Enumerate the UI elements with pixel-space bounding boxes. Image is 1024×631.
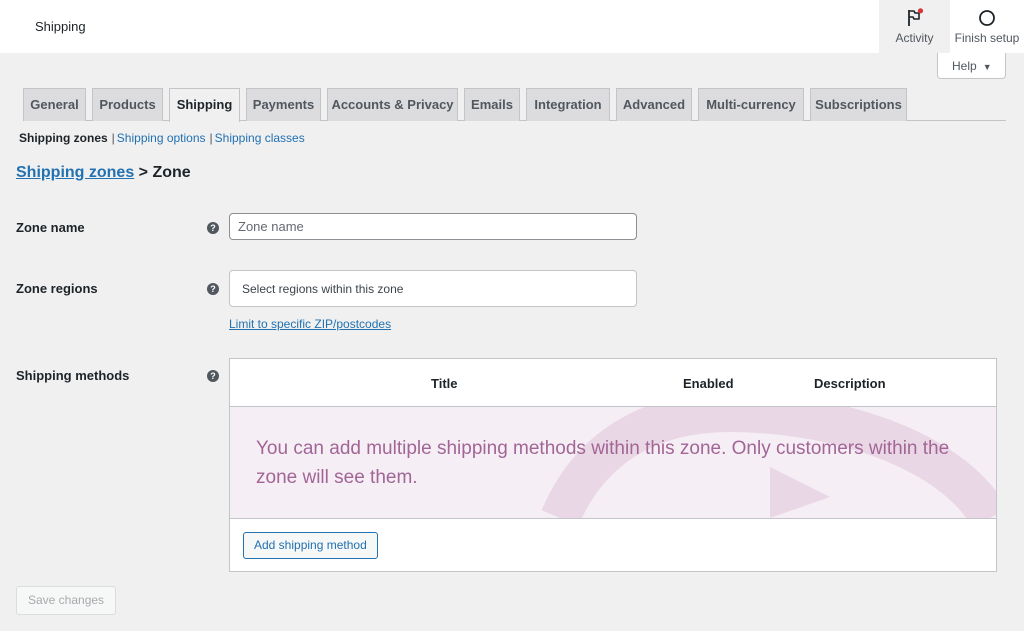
tab-products[interactable]: Products	[92, 88, 163, 121]
column-header-description: Description	[814, 376, 886, 391]
activity-label: Activity	[895, 31, 934, 45]
breadcrumb-shipping-zones-link[interactable]: Shipping zones	[16, 164, 134, 181]
tab-integration[interactable]: Integration	[526, 88, 610, 121]
breadcrumb-current: Zone	[152, 164, 191, 181]
zone-name-label: Zone name	[16, 220, 85, 235]
blank-state-message: You can add multiple shipping methods wi…	[256, 438, 950, 488]
page-title: Shipping	[35, 19, 86, 34]
shipping-methods-table: Title Enabled Description You can add mu…	[229, 358, 997, 572]
flag-icon	[907, 8, 923, 26]
save-changes-button[interactable]: Save changes	[16, 586, 117, 615]
blank-state: You can add multiple shipping methods wi…	[230, 407, 996, 518]
help-tip-icon[interactable]: ?	[207, 222, 219, 234]
tab-multi-currency[interactable]: Multi-currency	[698, 88, 804, 121]
shipping-methods-label: Shipping methods	[16, 368, 130, 383]
subnav-shipping-options[interactable]: Shipping options	[117, 131, 206, 145]
help-label: Help	[952, 59, 977, 73]
activity-button[interactable]: Activity	[879, 0, 950, 53]
breadcrumb-separator: >	[138, 164, 149, 181]
help-tip-icon[interactable]: ?	[207, 283, 219, 295]
tab-emails[interactable]: Emails	[464, 88, 520, 121]
table-divider	[230, 518, 996, 519]
top-bar: Shipping Activity Finish setup	[0, 0, 1024, 53]
finish-setup-button[interactable]: Finish setup	[950, 0, 1024, 53]
subnav-separator: |	[209, 131, 213, 145]
caret-down-icon: ▼	[982, 62, 992, 72]
settings-tabs: General Products Shipping Payments Accou…	[23, 88, 1006, 122]
tab-payments[interactable]: Payments	[246, 88, 321, 121]
subnav-separator: |	[111, 131, 115, 145]
circle-progress-icon	[979, 10, 995, 26]
column-header-enabled: Enabled	[683, 376, 734, 391]
tab-shipping[interactable]: Shipping	[169, 88, 240, 122]
help-tip-icon[interactable]: ?	[207, 370, 219, 382]
subnav-shipping-zones[interactable]: Shipping zones	[19, 131, 108, 145]
breadcrumb: Shipping zones > Zone	[16, 164, 191, 182]
finish-setup-label: Finish setup	[954, 31, 1020, 45]
tab-accounts-privacy[interactable]: Accounts & Privacy	[327, 88, 458, 121]
zone-name-input[interactable]	[229, 213, 637, 240]
column-header-title: Title	[431, 376, 458, 391]
tab-subscriptions[interactable]: Subscriptions	[810, 88, 907, 121]
zone-regions-label: Zone regions	[16, 281, 98, 296]
shipping-subnav: Shipping zones | Shipping options | Shipping…	[19, 131, 305, 145]
tab-general[interactable]: General	[23, 88, 86, 121]
limit-postcodes-link[interactable]: Limit to specific ZIP/postcodes	[229, 317, 391, 331]
zone-regions-placeholder: Select regions within this zone	[242, 282, 404, 296]
subnav-shipping-classes[interactable]: Shipping classes	[215, 131, 305, 145]
help-button[interactable]: Help ▼	[937, 53, 1006, 79]
add-shipping-method-button[interactable]: Add shipping method	[243, 532, 378, 559]
tab-advanced[interactable]: Advanced	[616, 88, 692, 121]
